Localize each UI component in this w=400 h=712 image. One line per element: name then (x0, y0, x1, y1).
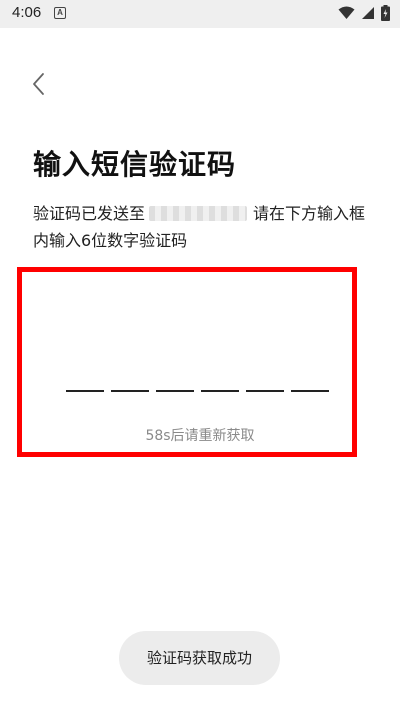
masked-phone-number (149, 206, 248, 221)
otp-input[interactable] (66, 390, 329, 392)
notification-icon: A (54, 7, 66, 19)
wifi-icon (338, 6, 355, 19)
sms-description: 验证码已发送至 请在下方输入框内输入6位数字验证码 (33, 200, 378, 254)
otp-slot-5[interactable] (246, 390, 284, 392)
otp-slot-1[interactable] (66, 390, 104, 392)
page-title: 输入短信验证码 (33, 148, 237, 181)
status-icons (338, 5, 390, 21)
signal-icon (362, 7, 374, 19)
resend-countdown: 58s后请重新获取 (145, 428, 255, 444)
status-time: 4:06 (12, 4, 42, 21)
back-button[interactable] (26, 70, 54, 98)
back-arrow-icon (33, 73, 44, 95)
status-bar: 4:06 A (0, 0, 400, 28)
otp-slot-6[interactable] (291, 390, 329, 392)
otp-slot-3[interactable] (156, 390, 194, 392)
toast-message: 验证码获取成功 (119, 631, 280, 685)
otp-slot-4[interactable] (201, 390, 239, 392)
otp-slot-2[interactable] (111, 390, 149, 392)
description-prefix: 验证码已发送至 (33, 204, 146, 223)
battery-icon (381, 5, 390, 21)
